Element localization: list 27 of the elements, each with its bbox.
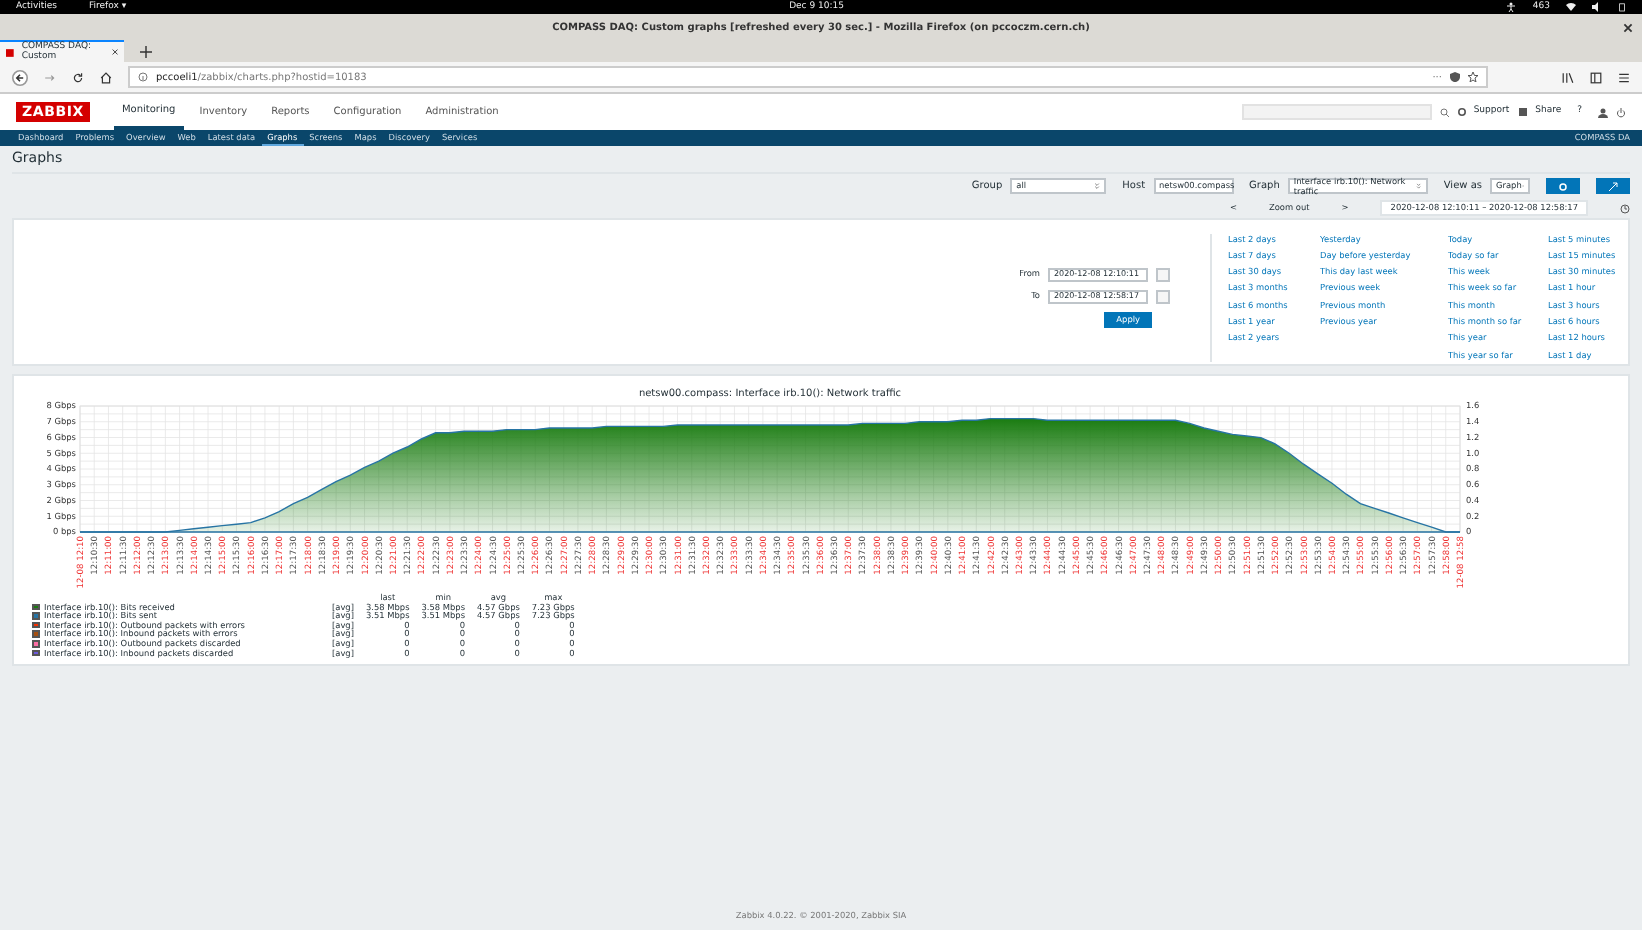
info-icon: [138, 72, 148, 82]
home-icon[interactable]: [100, 71, 112, 83]
star-icon[interactable]: [1468, 72, 1478, 82]
close-icon[interactable]: [111, 48, 118, 56]
search-field[interactable]: [1241, 104, 1432, 120]
power-icon[interactable]: [1616, 107, 1626, 117]
close-icon[interactable]: [1622, 21, 1634, 33]
user-icon[interactable]: [1598, 107, 1608, 117]
menu-icon[interactable]: [1618, 71, 1630, 83]
refresh-button[interactable]: [1546, 178, 1580, 194]
gear-icon: [1558, 181, 1568, 191]
favicon-icon: [6, 47, 14, 57]
clock-icon[interactable]: [1620, 203, 1630, 213]
reload-icon[interactable]: [72, 71, 84, 83]
search-icon[interactable]: [1439, 107, 1450, 117]
sidebar-icon[interactable]: [1590, 71, 1602, 83]
wifi-icon[interactable]: [1566, 1, 1576, 12]
share-icon[interactable]: [1517, 107, 1528, 116]
library-icon[interactable]: [1562, 71, 1574, 83]
back-icon[interactable]: [12, 69, 28, 85]
shield-icon[interactable]: [1450, 72, 1460, 82]
expand-icon: [1608, 181, 1618, 191]
accessibility-icon[interactable]: [1506, 1, 1517, 12]
volume-icon[interactable]: [1592, 1, 1602, 12]
battery-icon[interactable]: [1618, 1, 1626, 12]
new-tab-icon[interactable]: [140, 45, 152, 57]
support-icon[interactable]: [1457, 107, 1466, 116]
